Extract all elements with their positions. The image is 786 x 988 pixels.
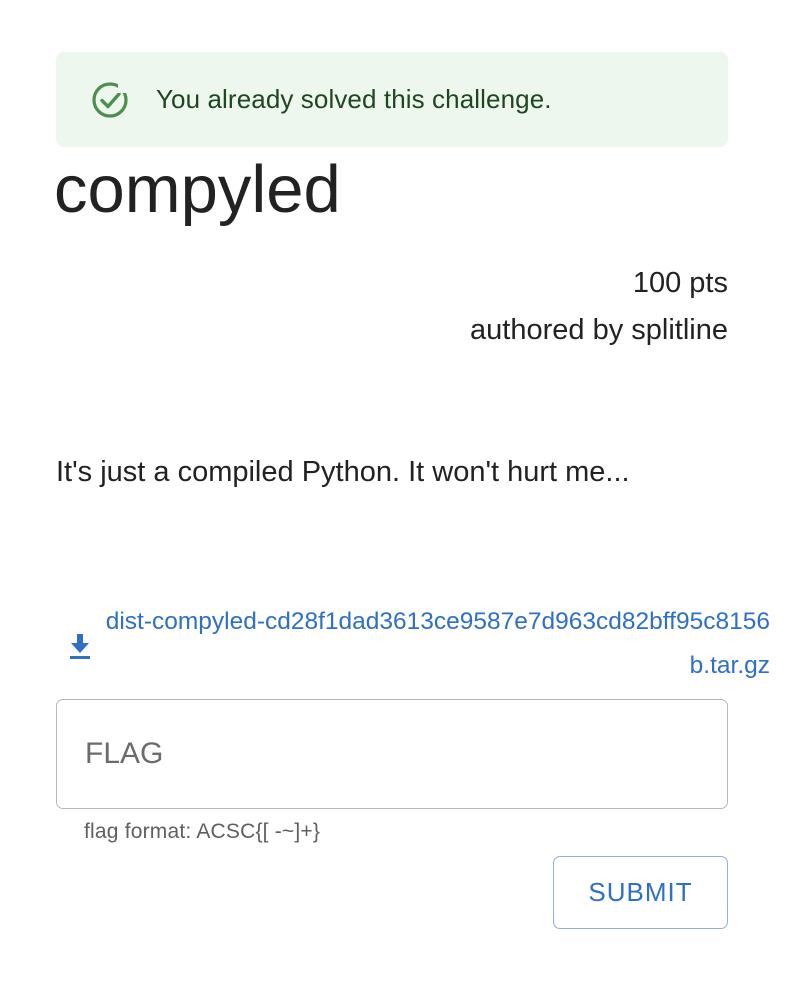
challenge-points: 100 pts	[632, 267, 728, 299]
challenge-page: You already solved this challenge. compy…	[0, 0, 786, 988]
attachment-row: dist-compyled-cd28f1dad3613ce9587e7d963c…	[56, 600, 770, 688]
check-circle-icon	[90, 80, 130, 120]
attachment-download-link[interactable]: dist-compyled-cd28f1dad3613ce9587e7d963c…	[96, 600, 770, 688]
flag-input[interactable]	[56, 699, 728, 809]
flag-format-hint: flag format: ACSC{[ -~]+}	[84, 820, 321, 843]
challenge-description: It's just a compiled Python. It won't hu…	[56, 456, 630, 488]
solved-alert-message: You already solved this challenge.	[156, 84, 552, 114]
solved-alert: You already solved this challenge.	[56, 52, 728, 147]
challenge-author: authored by splitline	[470, 314, 728, 346]
challenge-meta: 100 pts authored by splitline	[470, 260, 728, 354]
submit-button[interactable]: SUBMIT	[553, 856, 728, 929]
download-icon[interactable]	[64, 630, 96, 662]
challenge-title: compyled	[54, 152, 341, 227]
